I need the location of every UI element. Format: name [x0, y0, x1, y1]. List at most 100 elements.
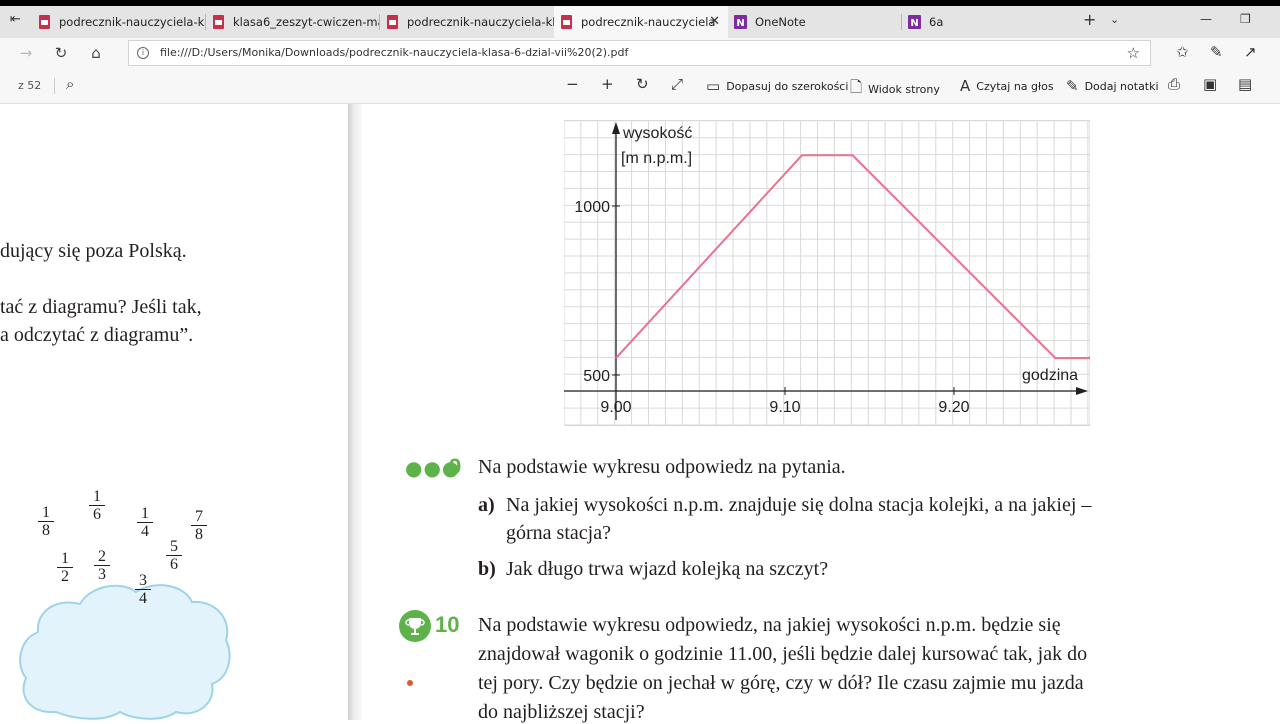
- tab-label: podrecznik-nauczyciela-klas: [59, 15, 206, 29]
- svg-text:N: N: [736, 18, 744, 29]
- fullscreen-button[interactable]: ⤢: [671, 75, 689, 93]
- page-view-icon: 🗋: [850, 78, 863, 96]
- fraction: 23: [94, 548, 110, 583]
- chart-ylabel-line2: [m n.p.m.]: [621, 150, 692, 167]
- fraction-numerator: 1: [57, 550, 73, 568]
- chevron-down-icon[interactable]: ⌄: [1110, 13, 1119, 26]
- fraction-numerator: 5: [166, 538, 182, 556]
- add-notes-button[interactable]: ✎ Dodaj notatki: [1066, 77, 1159, 95]
- fractions-cloud: [19, 584, 231, 720]
- tab-4-active[interactable]: podrecznik-nauczyciela ✕: [554, 6, 728, 38]
- rotate-icon: ↻: [636, 75, 649, 93]
- fraction-numerator: 7: [191, 508, 207, 526]
- new-tab-icon[interactable]: +: [1083, 10, 1096, 29]
- save-button[interactable]: ▣: [1203, 75, 1223, 93]
- fraction-numerator: 2: [94, 548, 110, 566]
- tab-3[interactable]: podrecznik-nauczyciela-klas: [380, 6, 554, 38]
- tab-6[interactable]: N 6a: [902, 6, 1076, 38]
- info-icon[interactable]: i: [137, 47, 149, 59]
- fraction-denominator: 3: [98, 566, 106, 583]
- forward-icon[interactable]: →: [16, 43, 36, 63]
- fraction-denominator: 8: [195, 526, 203, 543]
- fraction-denominator: 8: [42, 522, 50, 539]
- fraction-denominator: 2: [61, 568, 69, 585]
- chart-xlabel: godzina: [1022, 367, 1078, 384]
- fraction: 16: [89, 488, 105, 523]
- x-tick-label: 9.10: [769, 399, 800, 416]
- favorite-star-icon[interactable]: ☆: [1127, 41, 1140, 65]
- save-as-icon: ▤: [1238, 75, 1253, 93]
- task-9-text: Na podstawie wykresu odpowiedz na pytani…: [478, 456, 846, 478]
- page-count: z 52: [18, 79, 42, 92]
- close-tab-icon[interactable]: ✕: [709, 14, 720, 29]
- minus-icon: −: [566, 75, 579, 93]
- left-text-line: dujący się poza Polską.: [0, 240, 187, 262]
- minimize-icon[interactable]: —: [1200, 12, 1212, 26]
- task-10-text: tej pory. Czy będzie on jechał w górę, c…: [478, 672, 1084, 694]
- tab-label: OneNote: [755, 15, 806, 29]
- read-aloud-button[interactable]: A Czytaj na głos: [960, 77, 1054, 95]
- fit-width-label: Dopasuj do szerokości: [726, 79, 849, 93]
- task-9a-text: górna stacja?: [506, 522, 611, 544]
- search-button[interactable]: ⌕: [66, 75, 80, 93]
- tab-2[interactable]: klasa6_zeszyt-cwiczen-mate: [206, 6, 380, 38]
- fraction: 12: [57, 550, 73, 585]
- plus-icon: +: [601, 75, 614, 93]
- task-9-number: 9: [449, 454, 462, 479]
- onenote-icon: N: [908, 15, 921, 29]
- pen-icon[interactable]: ✎: [1210, 43, 1223, 61]
- pdf-icon: [387, 15, 398, 29]
- tab-1[interactable]: podrecznik-nauczyciela-klas: [34, 6, 206, 38]
- pdf-viewport[interactable]: dujący się poza Polską. tać z diagramu? …: [0, 104, 1280, 723]
- pdf-icon: [561, 15, 572, 29]
- print-icon: ⎙: [1168, 75, 1181, 93]
- tab-5[interactable]: N OneNote: [728, 6, 902, 38]
- tab-bar: ⇤ podrecznik-nauczyciela-klas klasa6_zes…: [0, 0, 1280, 38]
- page-view-button[interactable]: 🗋 Widok strony: [850, 77, 940, 102]
- page-gutter: [348, 104, 362, 720]
- chart-ylabel-line1: wysokość: [622, 125, 692, 142]
- altitude-chart: 9.009.109.209.309.409.505001000 wysokość…: [564, 120, 1090, 426]
- tab-label: 6a: [929, 15, 944, 29]
- task-10-text: do najbliższej stacji?: [478, 701, 645, 723]
- refresh-icon[interactable]: ↻: [51, 43, 71, 63]
- search-icon: ⌕: [66, 75, 75, 93]
- fit-width-button[interactable]: ▭ Dopasuj do szerokości: [706, 77, 848, 95]
- fraction-denominator: 6: [93, 506, 101, 523]
- left-text-line: tać z diagramu? Jeśli tak,: [0, 296, 202, 318]
- task-10-text: znajdował wagonik o godzinie 11.00, jeśl…: [478, 643, 1088, 665]
- save-as-button[interactable]: ▤: [1238, 75, 1258, 93]
- task-9b-text: Jak długo trwa wjazd kolejką na szczyt?: [506, 558, 829, 580]
- left-page: dujący się poza Polską. tać z diagramu? …: [0, 104, 348, 720]
- save-icon: ▣: [1203, 75, 1218, 93]
- tab-label: klasa6_zeszyt-cwiczen-mate: [233, 15, 380, 29]
- fraction-denominator: 4: [139, 590, 147, 607]
- share-icon[interactable]: ↗: [1244, 43, 1257, 61]
- url-field[interactable]: i file:///D:/Users/Monika/Downloads/podr…: [128, 40, 1151, 66]
- expand-icon: ⤢: [671, 75, 684, 93]
- rotate-button[interactable]: ↻: [636, 75, 655, 93]
- x-tick-label: 9.20: [938, 399, 969, 416]
- home-icon[interactable]: ⌂: [86, 43, 106, 63]
- tab-actions-icon[interactable]: ⇤: [10, 12, 21, 27]
- fraction-numerator: 3: [135, 572, 151, 590]
- url-text: file:///D:/Users/Monika/Downloads/podrec…: [160, 46, 629, 59]
- fraction-numerator: 1: [137, 505, 153, 523]
- trophy-icon: [399, 610, 431, 642]
- favorites-icon[interactable]: ✩: [1176, 43, 1189, 61]
- task-9a-text: Na jakiej wysokości n.p.m. znajduje się …: [506, 494, 1092, 516]
- maximize-icon[interactable]: ❐: [1240, 12, 1251, 26]
- fraction: 18: [38, 504, 54, 539]
- onenote-icon: N: [734, 15, 747, 29]
- zoom-out-button[interactable]: −: [566, 75, 585, 93]
- fraction-denominator: 4: [141, 523, 149, 540]
- task-10-number: 10: [435, 612, 460, 637]
- pdf-toolbar: z 52 ⌕ − + ↻ ⤢ ▭ Dopasuj do szerokości 🗋 W…: [0, 68, 1280, 104]
- zoom-in-button[interactable]: +: [601, 75, 620, 93]
- address-bar: → ↻ ⌂ i file:///D:/Users/Monika/Download…: [0, 38, 1280, 68]
- fraction: 14: [137, 505, 153, 540]
- print-button[interactable]: ⎙: [1168, 75, 1186, 93]
- fraction-numerator: 1: [38, 504, 54, 522]
- x-tick-label: 9.00: [600, 399, 631, 416]
- fit-width-icon: ▭: [706, 77, 721, 95]
